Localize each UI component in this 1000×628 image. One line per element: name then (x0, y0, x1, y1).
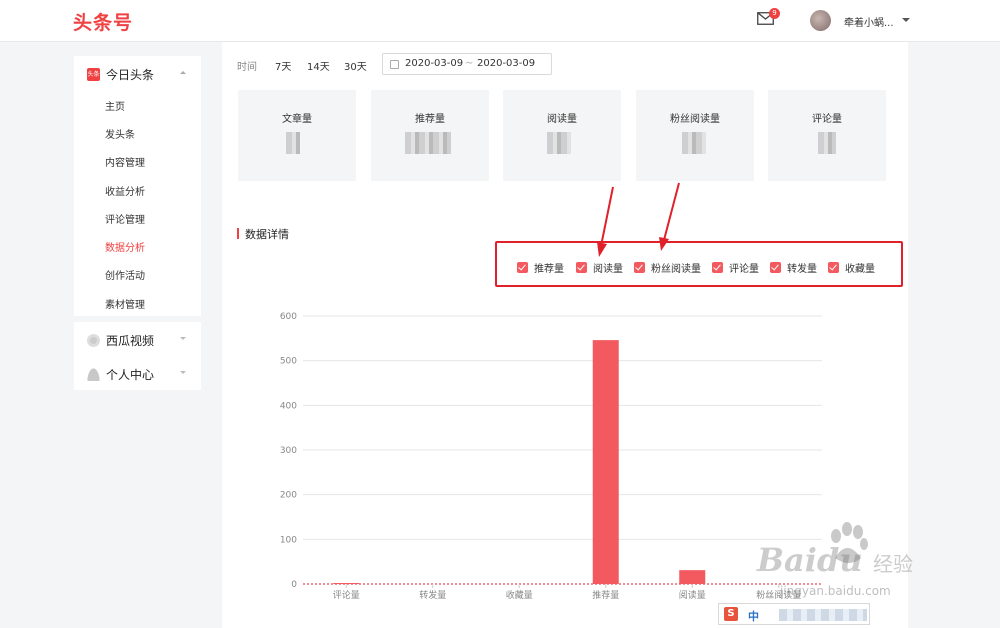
watermark-brand: Baidu (757, 541, 863, 579)
watermark-cn: 经验 (873, 552, 913, 576)
ime-toolbar[interactable]: S 中 (718, 603, 870, 625)
ime-mode[interactable]: 中 (748, 608, 759, 624)
arrow-head (659, 237, 669, 251)
watermark-url: jingyan.baidu.com (780, 584, 891, 598)
arrow-line (600, 186, 614, 247)
arrow-line (663, 182, 680, 241)
sogou-icon[interactable]: S (724, 607, 738, 621)
arrow-head (597, 242, 607, 257)
ime-toolbar-icons[interactable] (779, 609, 867, 621)
